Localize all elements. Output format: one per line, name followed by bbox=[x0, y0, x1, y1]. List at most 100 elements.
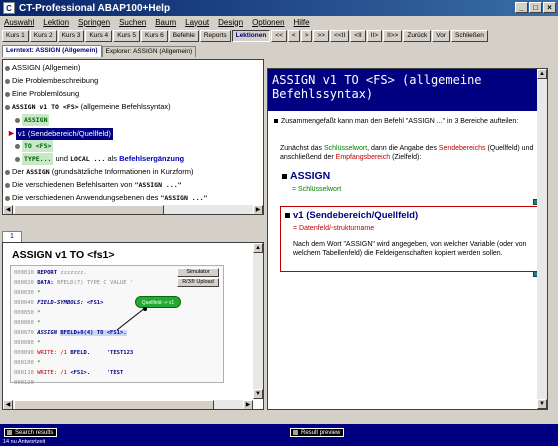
scrollbar-thumb[interactable] bbox=[14, 400, 214, 409]
nav-first-button[interactable]: << bbox=[271, 30, 287, 42]
menu-layout[interactable]: Layout bbox=[185, 18, 209, 27]
nav-last-button[interactable]: >> bbox=[313, 30, 330, 42]
reports-button[interactable]: Reports bbox=[199, 30, 231, 42]
v1-box: v1 (Sendebereich/Quellfeld) = Datenfeld/… bbox=[280, 206, 538, 272]
tree-item-to-fs[interactable]: TO <FS> bbox=[15, 140, 54, 152]
preview-horizontal-scrollbar[interactable]: ◀ ▶ bbox=[3, 399, 253, 409]
tree-item-problemloesung[interactable]: Eine Problemlösung bbox=[5, 88, 79, 100]
kurs3-button[interactable]: Kurs 3 bbox=[57, 30, 85, 42]
scroll-left-arrow-icon[interactable]: ◀ bbox=[3, 400, 13, 409]
tree-node-icon bbox=[15, 117, 20, 123]
preview-title: ASSIGN v1 TO <fs1> bbox=[12, 249, 115, 261]
v1-subtext: = Datenfeld/-strukturname bbox=[293, 225, 375, 232]
window-title: CT-Professional ABAP100+Help bbox=[19, 2, 171, 14]
bullet-icon bbox=[285, 212, 290, 218]
explanation-paragraph: Zunächst das Schlüsselwort, dann die Ang… bbox=[280, 145, 534, 161]
tree-item-type-local[interactable]: TYPE... und LOCAL ... als Befehlsergänzu… bbox=[15, 153, 184, 165]
tree-horizontal-scrollbar[interactable]: ◀ ▶ bbox=[3, 204, 263, 214]
scroll-up-arrow-icon[interactable]: ▲ bbox=[253, 243, 263, 253]
zurueck-button[interactable]: Zurück bbox=[403, 30, 432, 42]
code-box: Simulator R/3® Upload 000010 REPORT zzzz… bbox=[10, 265, 224, 386]
maximize-button[interactable]: □ bbox=[529, 2, 542, 13]
code-line: 000060 * bbox=[14, 320, 41, 326]
tree-node-icon bbox=[5, 78, 10, 84]
nav-prev-button[interactable]: < bbox=[287, 30, 300, 42]
code-line: 000090 WRITE: /1 BFELD. 'TEST123 bbox=[14, 350, 134, 356]
menu-baum[interactable]: Baum bbox=[155, 18, 176, 27]
tree-item-grundsaetzlich[interactable]: Der ASSIGN (grundsätzliche Informationen… bbox=[5, 166, 194, 178]
kurs6-button[interactable]: Kurs 6 bbox=[140, 30, 168, 42]
code-line: 000080 * bbox=[14, 340, 41, 346]
code-line: 000120 bbox=[14, 380, 34, 386]
menu-lektion[interactable]: Lektion bbox=[43, 18, 69, 27]
scrollbar-thumb[interactable] bbox=[14, 205, 164, 214]
tree-item-assign-allgemein[interactable]: ASSIGN (Allgemein) bbox=[5, 62, 80, 74]
menu-suchen[interactable]: Suchen bbox=[119, 18, 146, 27]
tree-item-assign[interactable]: ASSIGN bbox=[15, 114, 50, 126]
menu-auswahl[interactable]: Auswahl bbox=[4, 18, 34, 27]
menu-design[interactable]: Design bbox=[218, 18, 243, 27]
minimize-button[interactable]: _ bbox=[515, 2, 528, 13]
tree-node-icon bbox=[5, 104, 10, 110]
nav-chapter-prev-button[interactable]: <II bbox=[350, 30, 366, 42]
document-panel: ASSIGN v1 TO <FS> (allgemeine Befehlssyn… bbox=[267, 68, 548, 410]
tree-node-icon bbox=[15, 156, 20, 162]
title-bar: C CT-Professional ABAP100+Help _ □ × bbox=[0, 0, 558, 16]
menu-bar: Auswahl Lektion Springen Suchen Baum Lay… bbox=[0, 16, 558, 28]
menu-optionen[interactable]: Optionen bbox=[252, 18, 284, 27]
menu-hilfe[interactable]: Hilfe bbox=[294, 18, 310, 27]
scroll-right-arrow-icon[interactable]: ▶ bbox=[243, 400, 253, 409]
befehle-button[interactable]: Befehle bbox=[168, 30, 199, 42]
balloon-arrow-icon bbox=[116, 307, 147, 331]
r3-upload-button[interactable]: R/3® Upload bbox=[177, 278, 219, 287]
code-line: 000020 DATA: BFELD(7) TYPE C VALUE ' bbox=[14, 280, 134, 286]
code-line: 000050 * bbox=[14, 310, 41, 316]
search-results-button[interactable]: Search results bbox=[4, 428, 58, 437]
document-vertical-scrollbar[interactable]: ▲ ▼ bbox=[537, 69, 547, 409]
tab-explorer[interactable]: Explorer: ASSIGN (Allgemein) bbox=[101, 46, 197, 57]
status-text: 14 nu Antwortzeit bbox=[3, 439, 46, 445]
result-preview-button[interactable]: Result preview bbox=[290, 428, 345, 437]
scroll-down-arrow-icon[interactable]: ▼ bbox=[253, 389, 263, 399]
close-button[interactable]: × bbox=[543, 2, 556, 13]
vor-button[interactable]: Vor bbox=[432, 30, 450, 42]
kurs1-button[interactable]: Kurs 1 bbox=[2, 30, 29, 42]
nav-chapter-first-button[interactable]: <<II bbox=[330, 30, 350, 42]
code-line: 000010 REPORT zzzzzzz. bbox=[14, 270, 87, 276]
tab-lerntext[interactable]: Lerntext: ASSIGN (Allgemein) bbox=[2, 45, 102, 57]
nav-next-button[interactable]: > bbox=[300, 30, 313, 42]
code-line: 000040 FIELD-SYMBOLS: <FS1> bbox=[14, 300, 104, 306]
tree-item-anwendungsebenen[interactable]: Die verschiedenen Anwendungsebenen des "… bbox=[5, 192, 207, 204]
kurs5-button[interactable]: Kurs 5 bbox=[113, 30, 140, 42]
tree-node-icon bbox=[5, 65, 10, 71]
assign-subtext: = Schlüsselwort bbox=[292, 186, 342, 193]
preview-vertical-scrollbar[interactable]: ▲ ▼ bbox=[253, 243, 263, 399]
pointer-arrow-icon: ► bbox=[7, 128, 16, 138]
kurs2-button[interactable]: Kurs 2 bbox=[29, 30, 57, 42]
scroll-up-arrow-icon[interactable]: ▲ bbox=[537, 69, 547, 79]
preview-tab[interactable]: 1 bbox=[2, 231, 22, 242]
kurs4-button[interactable]: Kurs 4 bbox=[85, 30, 113, 42]
tree-node-icon bbox=[15, 143, 20, 149]
bullet-icon bbox=[274, 119, 278, 124]
menu-springen[interactable]: Springen bbox=[78, 18, 110, 27]
document-header: ASSIGN v1 TO <FS> (allgemeine Befehlssyn… bbox=[268, 69, 547, 111]
lektionen-button[interactable]: Lektionen bbox=[231, 30, 271, 42]
simulator-button[interactable]: Simulator bbox=[177, 268, 219, 277]
scroll-right-arrow-icon[interactable]: ▶ bbox=[253, 205, 263, 214]
tree-item-v1-selected[interactable]: ► v1 (Sendebereich/Quellfeld) bbox=[7, 127, 114, 141]
code-line: 000030 * bbox=[14, 290, 41, 296]
scroll-left-arrow-icon[interactable]: ◀ bbox=[3, 205, 13, 214]
bullet-icon bbox=[282, 173, 287, 179]
tree-item-problembeschreibung[interactable]: Die Problembeschreibung bbox=[5, 75, 98, 87]
tree-node-icon bbox=[5, 91, 10, 97]
tree-item-befehlsarten[interactable]: Die verschiedenen Befehlsarten von "ASSI… bbox=[5, 179, 182, 191]
tree-item-syntax[interactable]: ASSIGN v1 TO <FS> (allgemeine Befehlssyn… bbox=[5, 101, 171, 113]
assign-heading: ASSIGN bbox=[282, 170, 330, 182]
schliessen-button[interactable]: Schließen bbox=[451, 30, 488, 42]
nav-chapter-last-button[interactable]: II>> bbox=[383, 30, 403, 42]
scroll-down-arrow-icon[interactable]: ▼ bbox=[537, 399, 547, 409]
nav-chapter-next-button[interactable]: II> bbox=[366, 30, 383, 42]
preview-panel: ASSIGN v1 TO <fs1> Simulator R/3® Upload… bbox=[2, 242, 264, 410]
tree-node-icon bbox=[5, 195, 10, 201]
